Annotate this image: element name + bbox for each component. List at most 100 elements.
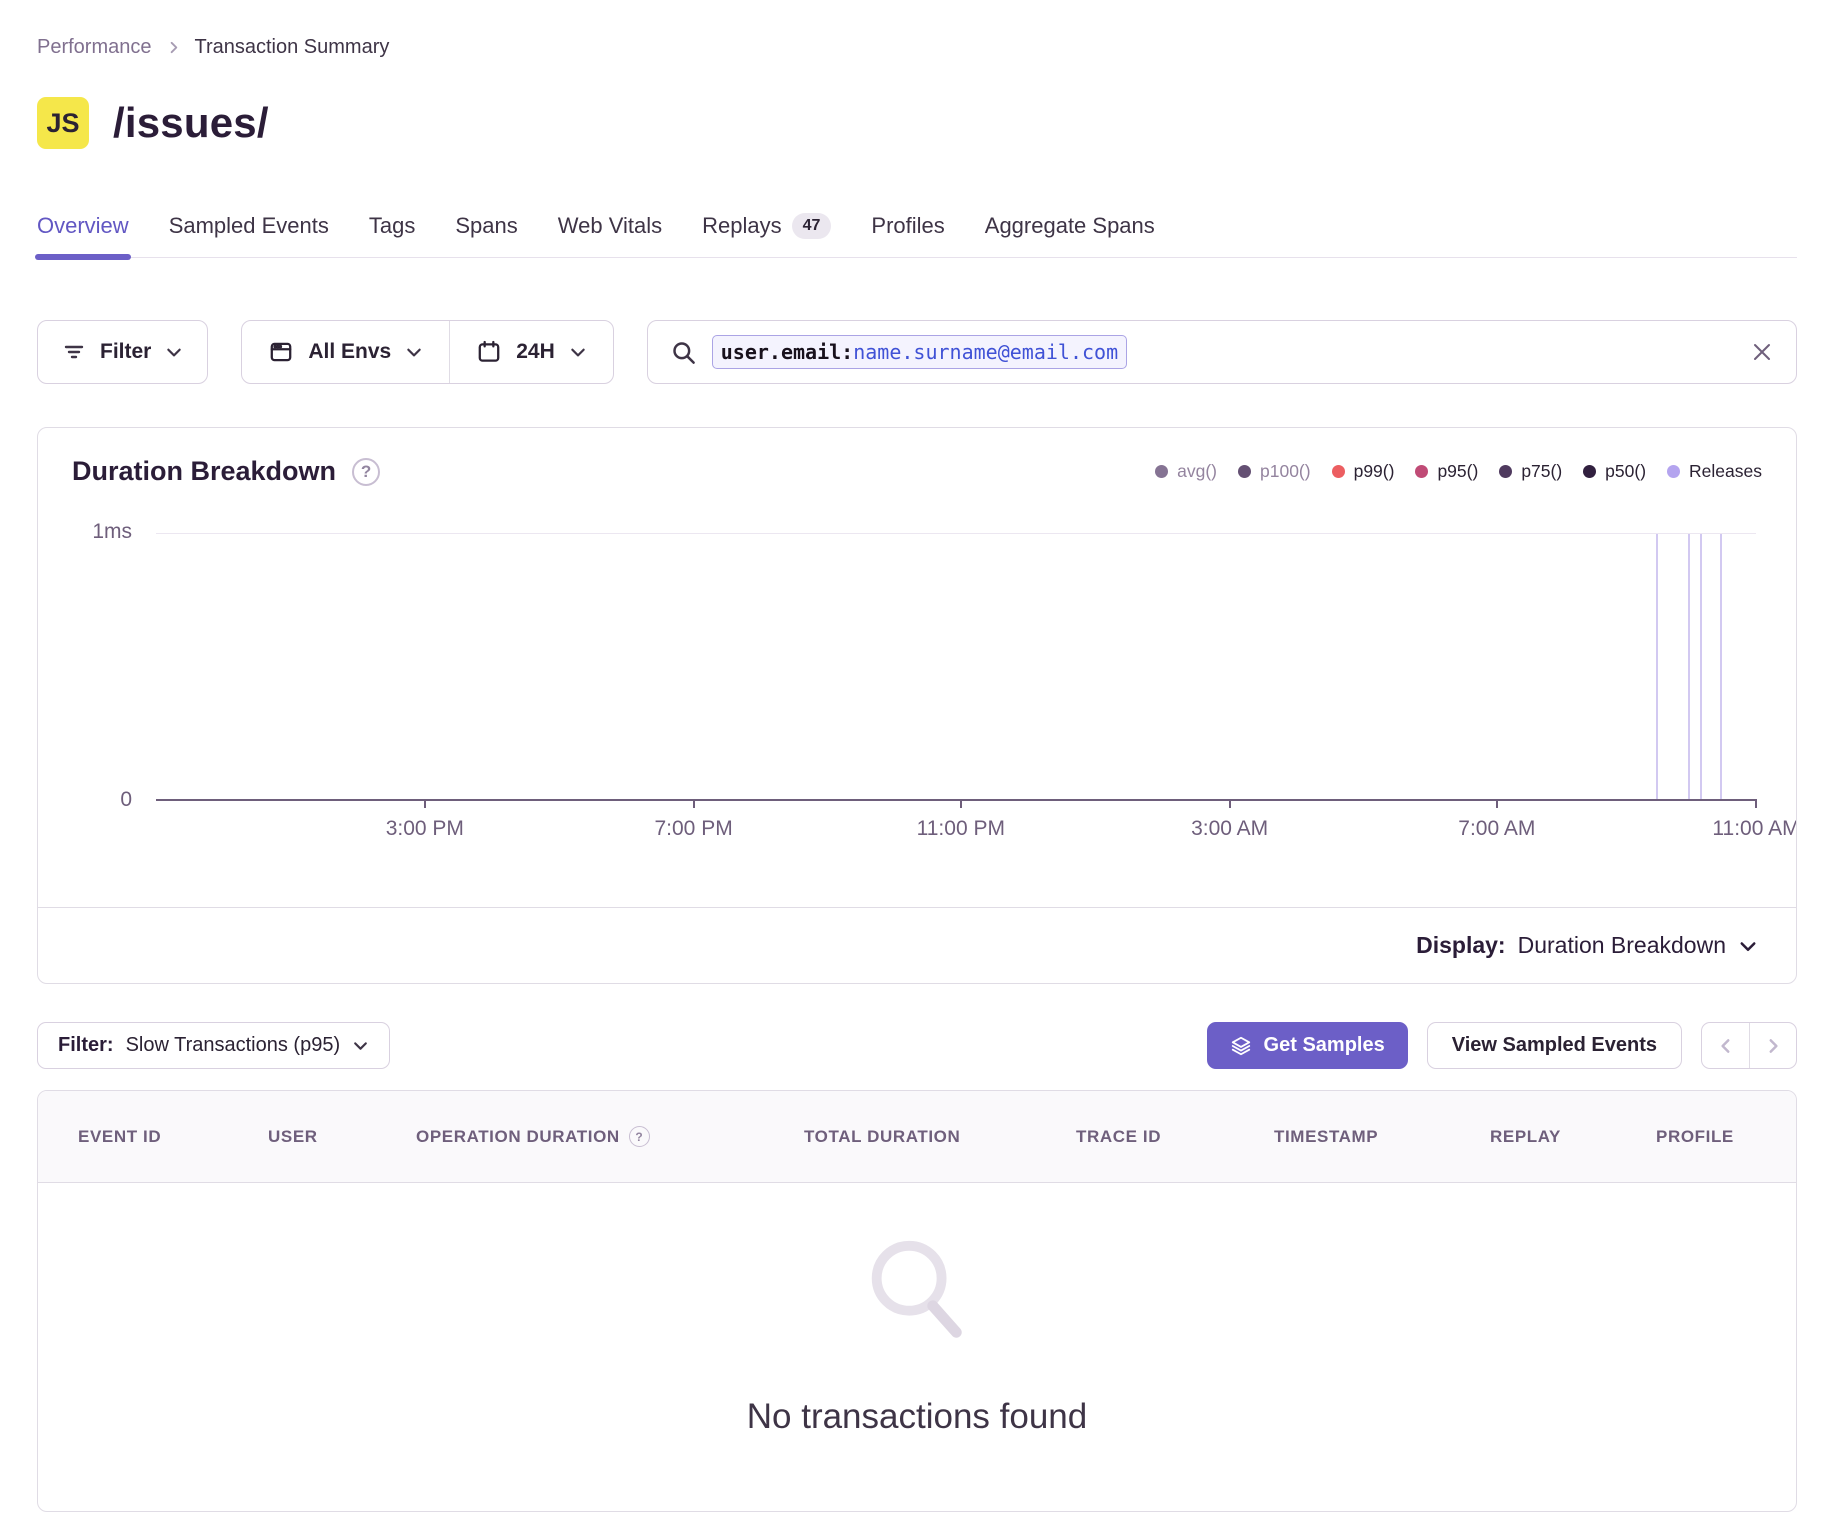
chevron-down-icon <box>352 1037 369 1054</box>
chevron-down-icon <box>569 343 587 361</box>
legend-item-p75[interactable]: p75() <box>1499 461 1562 482</box>
column-header-trace-id: Trace ID <box>1076 1127 1274 1147</box>
filter-button[interactable]: Filter <box>37 320 208 384</box>
release-marker-line <box>1700 534 1702 799</box>
empty-state-message: No transactions found <box>747 1397 1087 1437</box>
legend-dot <box>1155 465 1168 478</box>
legend-item-p95[interactable]: p95() <box>1415 461 1478 482</box>
legend-dot <box>1415 465 1428 478</box>
page-header: JS /issues/ <box>37 97 1797 149</box>
chevron-down-icon[interactable] <box>1738 936 1758 956</box>
chart-header: Duration Breakdown ? avg() p100() p99() … <box>38 428 1796 487</box>
replays-count-badge: 47 <box>792 213 832 239</box>
legend-item-p99[interactable]: p99() <box>1332 461 1395 482</box>
search-input[interactable]: user.email: name.surname@email.com <box>647 320 1797 384</box>
js-platform-badge: JS <box>37 97 89 149</box>
release-marker-line <box>1720 534 1722 799</box>
transaction-summary-page: Performance Transaction Summary JS /issu… <box>0 0 1834 1532</box>
display-value[interactable]: Duration Breakdown <box>1518 932 1726 959</box>
breadcrumb-performance[interactable]: Performance <box>37 36 152 59</box>
stack-icon <box>1230 1035 1252 1057</box>
chevron-down-icon <box>165 343 183 361</box>
legend-item-p100[interactable]: p100() <box>1238 461 1311 482</box>
x-axis-tick <box>1755 799 1757 808</box>
tab-aggregate-spans[interactable]: Aggregate Spans <box>985 213 1155 257</box>
legend-dot <box>1332 465 1345 478</box>
legend-item-avg[interactable]: avg() <box>1155 461 1217 482</box>
search-icon <box>670 339 697 366</box>
duration-breakdown-panel: Duration Breakdown ? avg() p100() p99() … <box>37 427 1797 984</box>
chart-help-icon[interactable]: ? <box>352 458 380 486</box>
x-axis-label: 11:00 AM <box>1712 817 1797 841</box>
tab-profiles[interactable]: Profiles <box>871 213 944 257</box>
time-range-selector[interactable]: 24H <box>449 321 613 383</box>
chevron-down-icon <box>405 343 423 361</box>
table-header-row: Event ID User Operation Duration ? Total… <box>38 1091 1796 1183</box>
table-empty-state: No transactions found <box>38 1183 1796 1511</box>
filter-toolbar: Filter All Envs 24H <box>37 320 1797 384</box>
column-header-total-duration: Total Duration <box>804 1127 1076 1147</box>
clear-search-icon[interactable] <box>1750 340 1774 364</box>
previous-page-button[interactable] <box>1702 1023 1749 1068</box>
x-axis-labels: 3:00 PM 7:00 PM 11:00 PM 3:00 AM 7:00 AM… <box>156 817 1756 845</box>
legend-dot <box>1583 465 1596 478</box>
env-time-group: All Envs 24H <box>241 320 613 384</box>
y-axis-min-label: 0 <box>120 788 132 812</box>
tab-spans[interactable]: Spans <box>455 213 517 257</box>
legend-dot <box>1238 465 1251 478</box>
tab-sampled-events[interactable]: Sampled Events <box>169 213 329 257</box>
x-axis-label: 11:00 PM <box>917 817 1005 841</box>
column-header-timestamp: Timestamp <box>1274 1127 1490 1147</box>
page-title: /issues/ <box>113 99 269 147</box>
view-sampled-events-button[interactable]: View Sampled Events <box>1427 1022 1682 1069</box>
x-axis-label: 7:00 AM <box>1458 817 1535 841</box>
x-axis-label: 3:00 PM <box>386 817 464 841</box>
chart-plot-area: 1ms 0 <box>156 533 1756 801</box>
x-axis-tick <box>960 799 962 808</box>
legend-dot <box>1667 465 1680 478</box>
filter-icon <box>62 340 86 364</box>
legend-item-p50[interactable]: p50() <box>1583 461 1646 482</box>
tab-bar: Overview Sampled Events Tags Spans Web V… <box>37 213 1797 258</box>
operation-duration-help-icon[interactable]: ? <box>629 1126 650 1147</box>
next-page-button[interactable] <box>1749 1023 1796 1068</box>
tab-replays[interactable]: Replays 47 <box>702 213 831 257</box>
x-axis-tick <box>1229 799 1231 808</box>
calendar-icon <box>476 339 502 365</box>
environment-selector[interactable]: All Envs <box>242 321 449 383</box>
tab-overview[interactable]: Overview <box>37 213 129 257</box>
search-token-key: user.email: <box>721 340 853 364</box>
search-token-value: name.surname@email.com <box>853 340 1118 364</box>
tab-tags[interactable]: Tags <box>369 213 415 257</box>
breadcrumb: Performance Transaction Summary <box>37 0 1797 59</box>
x-axis-tick <box>424 799 426 808</box>
transactions-table: Event ID User Operation Duration ? Total… <box>37 1090 1797 1512</box>
empty-search-icon <box>858 1233 976 1351</box>
release-marker-line <box>1688 534 1690 799</box>
pagination <box>1701 1022 1797 1069</box>
y-axis-max-label: 1ms <box>92 520 132 544</box>
display-label: Display: <box>1416 932 1505 959</box>
chart-footer: Display: Duration Breakdown <box>38 907 1796 983</box>
column-header-user: User <box>268 1127 416 1147</box>
release-marker-line <box>1656 534 1658 799</box>
breadcrumb-transaction-summary: Transaction Summary <box>195 36 390 59</box>
legend-dot <box>1499 465 1512 478</box>
column-header-profile: Profile <box>1656 1127 1796 1147</box>
chart-title: Duration Breakdown <box>72 456 336 487</box>
search-token[interactable]: user.email: name.surname@email.com <box>712 335 1127 369</box>
breadcrumb-chevron-icon <box>166 40 181 55</box>
x-axis-label: 7:00 PM <box>654 817 732 841</box>
tab-web-vitals[interactable]: Web Vitals <box>558 213 662 257</box>
x-axis-label: 3:00 AM <box>1191 817 1268 841</box>
x-axis-tick <box>1496 799 1498 808</box>
x-axis-tick <box>693 799 695 808</box>
window-icon <box>268 339 294 365</box>
get-samples-button[interactable]: Get Samples <box>1207 1022 1408 1069</box>
column-header-event-id: Event ID <box>78 1127 268 1147</box>
chart-legend: avg() p100() p99() p95() p75() p50() Rel… <box>1155 461 1762 482</box>
legend-item-releases[interactable]: Releases <box>1667 461 1762 482</box>
samples-actions: Get Samples View Sampled Events <box>1207 1022 1797 1069</box>
transactions-filter-select[interactable]: Filter: Slow Transactions (p95) <box>37 1022 390 1069</box>
samples-toolbar: Filter: Slow Transactions (p95) Get Samp… <box>37 1022 1797 1069</box>
